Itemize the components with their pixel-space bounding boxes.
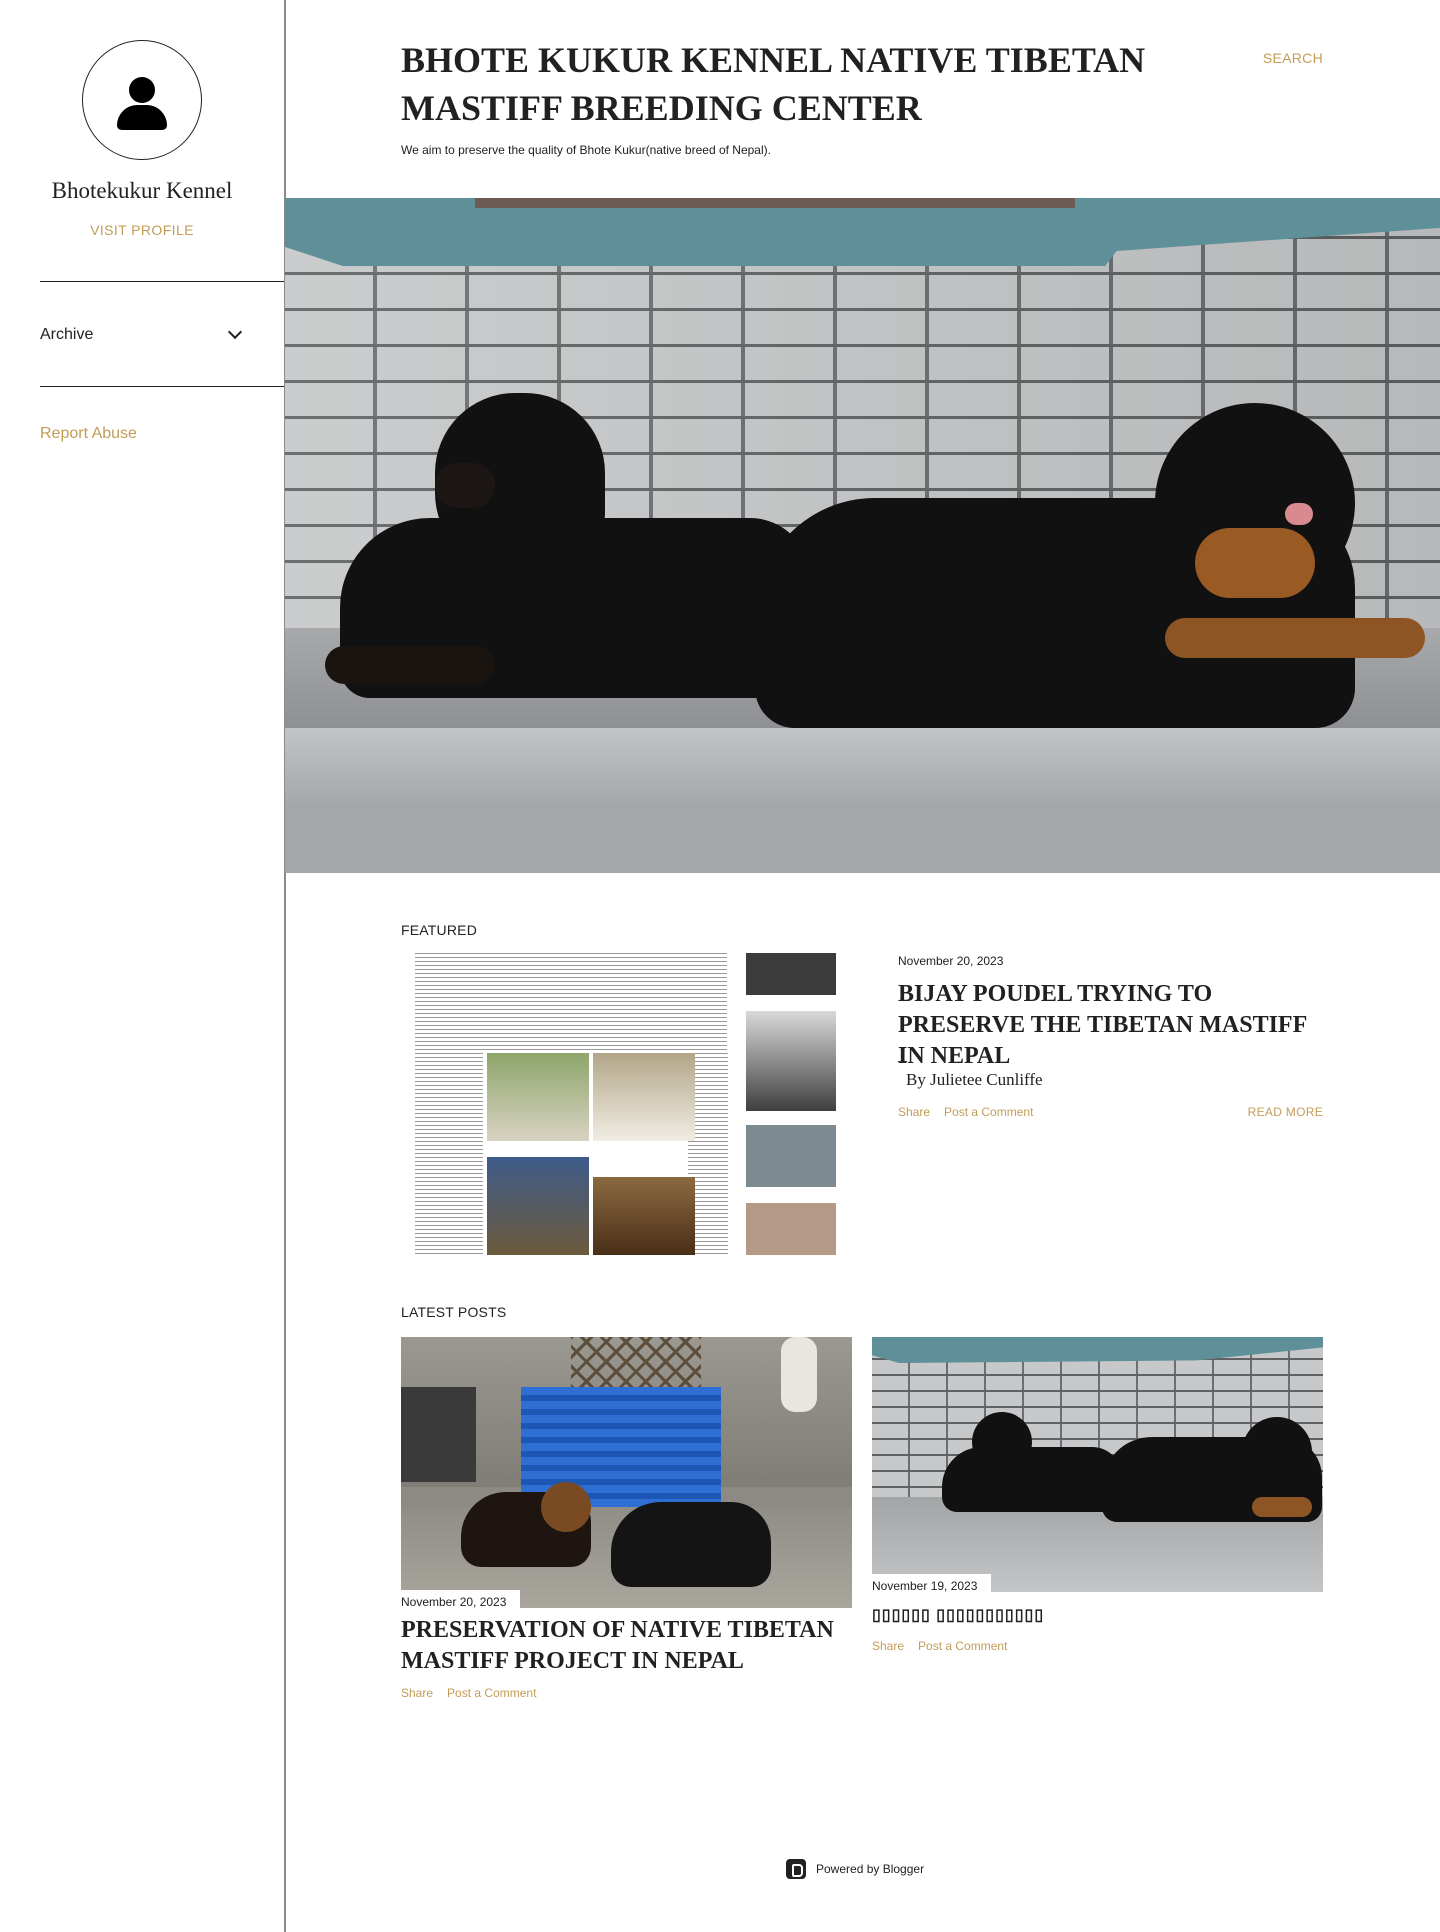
divider — [40, 281, 284, 282]
avatar[interactable] — [82, 40, 202, 160]
featured-post-byline: By Julietee Cunliffe — [906, 1070, 1043, 1089]
search-button[interactable]: SEARCH — [1222, 50, 1323, 66]
report-abuse-link[interactable]: Report Abuse — [40, 425, 137, 443]
divider — [40, 386, 284, 387]
post-comment-link[interactable]: Post a Comment — [944, 1105, 1033, 1119]
featured-post-date: November 20, 2023 — [898, 954, 1004, 968]
post-date: November 20, 2023 — [401, 1590, 521, 1612]
archive-toggle[interactable]: Archive — [40, 322, 243, 348]
share-button[interactable]: Share — [872, 1639, 904, 1653]
read-more-link[interactable]: READ MORE — [1223, 1105, 1323, 1119]
post-date: November 19, 2023 — [872, 1574, 992, 1596]
post-comment-link[interactable]: Post a Comment — [918, 1639, 1007, 1653]
blog-title[interactable]: BHOTE KUKUR KENNEL NATIVE TIBETAN MASTIF… — [401, 36, 1161, 132]
featured-post-image[interactable] — [401, 953, 837, 1255]
post-actions: Share Post a Comment — [401, 1686, 536, 1700]
featured-post-actions: Share Post a Comment — [898, 1105, 1033, 1119]
profile-name: Bhotekukur Kennel — [51, 178, 233, 203]
post-comment-link[interactable]: Post a Comment — [447, 1686, 536, 1700]
featured-post-dash: – — [898, 1050, 907, 1070]
share-button[interactable]: Share — [898, 1105, 930, 1119]
header-image — [285, 198, 1440, 873]
chevron-down-icon — [227, 324, 243, 340]
post-image[interactable] — [401, 1337, 852, 1608]
post-image[interactable] — [872, 1337, 1323, 1592]
share-button[interactable]: Share — [401, 1686, 433, 1700]
latest-posts-heading: LATEST POSTS — [401, 1304, 507, 1320]
post-actions: Share Post a Comment — [872, 1639, 1007, 1653]
featured-heading: FEATURED — [401, 922, 478, 938]
sidebar: Bhotekukur Kennel VISIT PROFILE Archive … — [0, 0, 284, 1932]
blogger-icon — [786, 1859, 806, 1879]
person-icon — [129, 77, 155, 103]
post-title[interactable]: PRESERVATION OF NATIVE TIBETAN MASTIFF P… — [401, 1615, 852, 1677]
post-title[interactable]: ▯▯▯▯▯▯ ▯▯▯▯▯▯▯▯▯▯▯ — [872, 1605, 1323, 1625]
featured-post-title[interactable]: BIJAY POUDEL TRYING TO PRESERVE THE TIBE… — [898, 979, 1328, 1072]
powered-by-label: Powered by Blogger — [816, 1862, 925, 1876]
blog-description: We aim to preserve the quality of Bhote … — [401, 143, 771, 157]
visit-profile-link[interactable]: VISIT PROFILE — [0, 222, 284, 238]
archive-label: Archive — [40, 326, 94, 343]
powered-by-blogger[interactable]: Powered by Blogger — [786, 1859, 924, 1879]
